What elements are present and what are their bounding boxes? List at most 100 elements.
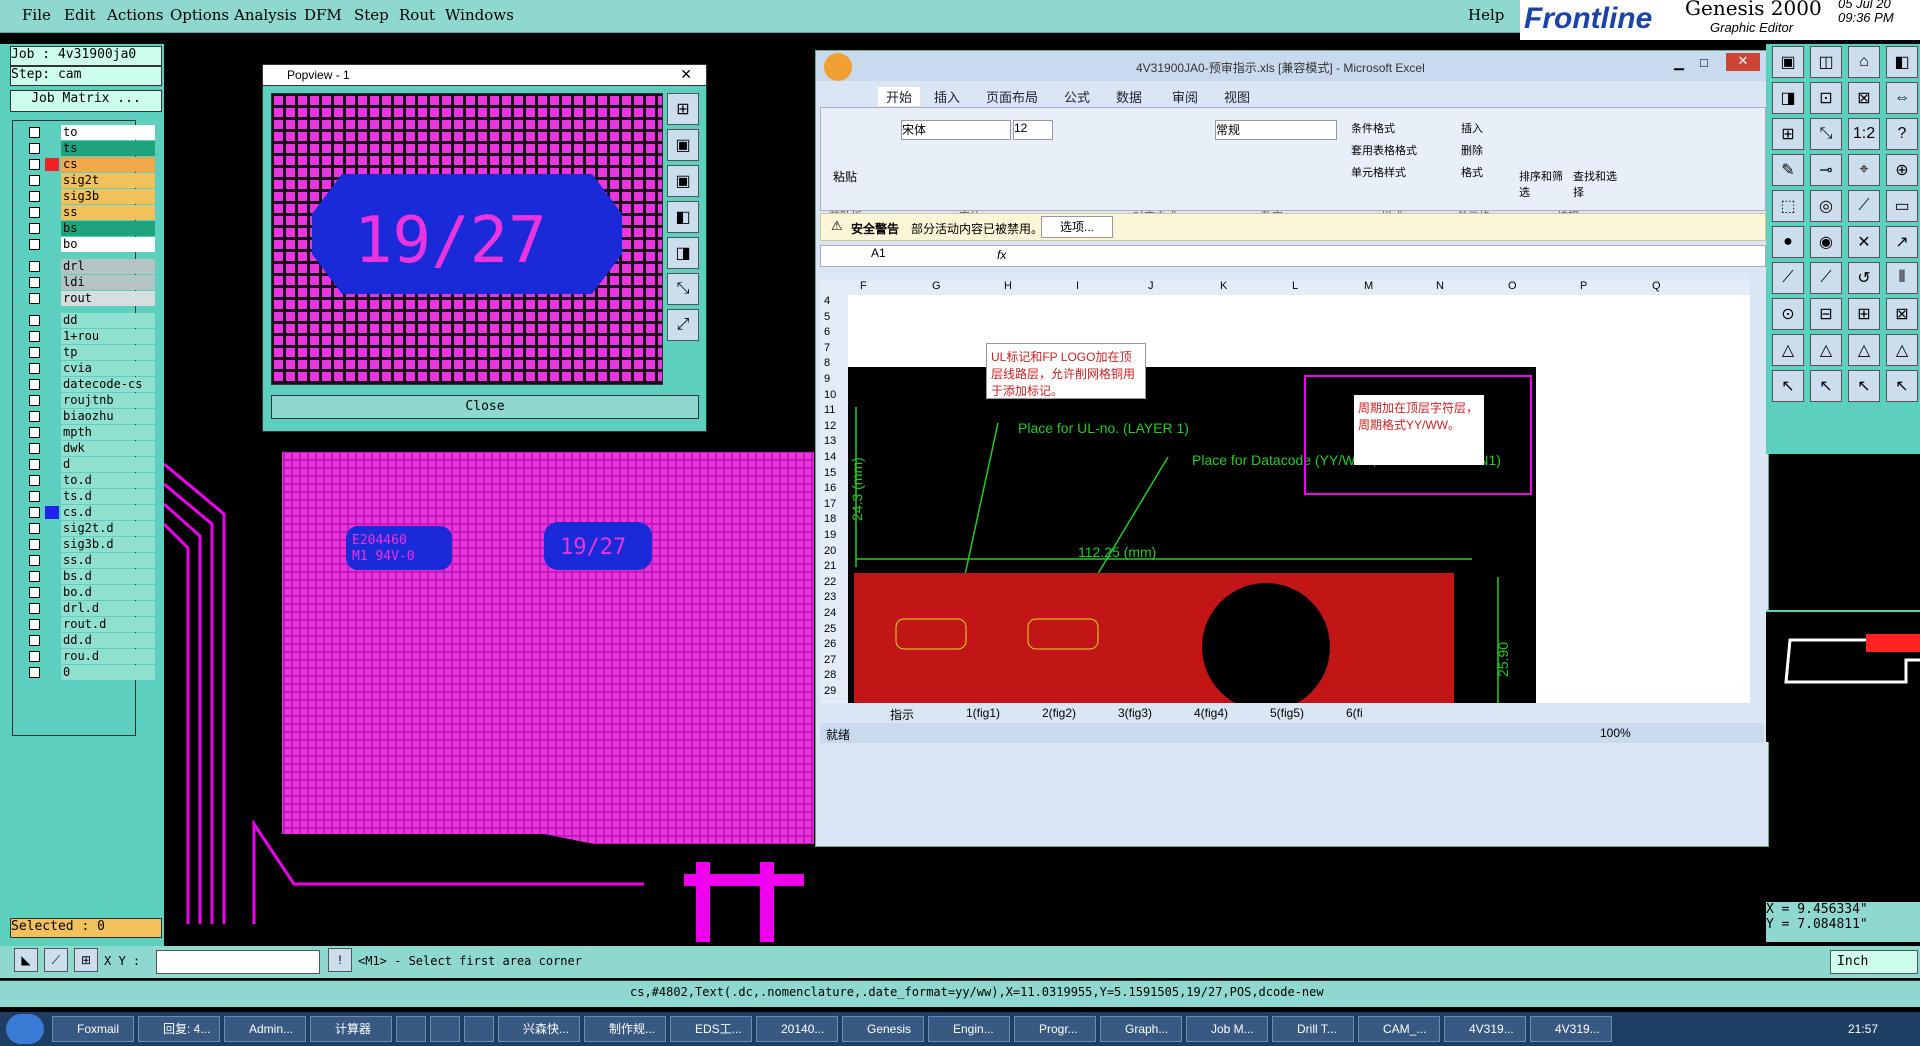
menu-dfm[interactable]: DFM [304, 6, 342, 24]
snap-icon[interactable]: ◣ [14, 948, 38, 972]
taskbar-item[interactable]: 20140... [756, 1016, 838, 1042]
layer-name[interactable]: bo.d [61, 585, 155, 600]
layer-name[interactable]: sig2t.d [61, 521, 155, 536]
sheet-tab[interactable]: 指示 [890, 706, 914, 723]
layer-checkbox[interactable] [29, 635, 40, 646]
row-header[interactable]: 12 [824, 420, 836, 432]
info-icon[interactable]: ! [328, 948, 352, 972]
name-box[interactable]: A1 [821, 246, 945, 264]
column-header[interactable]: M [1364, 280, 1373, 292]
column-header[interactable]: Q [1652, 280, 1661, 292]
tool-icon[interactable]: ↺ [1848, 262, 1880, 294]
layer-row[interactable]: drl.d [25, 601, 155, 616]
row-header[interactable]: 17 [824, 498, 836, 510]
tool-icon[interactable]: △ [1848, 334, 1880, 366]
layer-checkbox[interactable] [29, 507, 40, 518]
column-header[interactable]: K [1220, 280, 1227, 292]
layer-checkbox[interactable] [29, 261, 40, 272]
layer-name[interactable]: sig3b [61, 189, 155, 204]
layer-row[interactable]: drl [25, 259, 155, 274]
row-header[interactable]: 27 [824, 654, 836, 666]
pan-left-icon[interactable]: ◧ [667, 201, 699, 233]
menu-step[interactable]: Step [354, 6, 389, 24]
office-button-icon[interactable] [824, 53, 852, 81]
layer-checkbox[interactable] [29, 523, 40, 534]
layer-name[interactable]: rou.d [61, 649, 155, 664]
row-header[interactable]: 4 [824, 295, 830, 307]
tool-icon[interactable]: △ [1772, 334, 1804, 366]
layer-row[interactable]: sig2t [25, 173, 155, 188]
layer-checkbox[interactable] [29, 491, 40, 502]
layer-checkbox[interactable] [29, 207, 40, 218]
layer-row[interactable]: rou.d [25, 649, 155, 664]
layer-checkbox[interactable] [29, 223, 40, 234]
layer-name[interactable]: to.d [61, 473, 155, 488]
layer-row[interactable]: sig2t.d [25, 521, 155, 536]
layer-name[interactable]: ts [61, 141, 155, 156]
sheet-grid[interactable]: Place for UL-no. (LAYER 1) Place for Dat… [848, 295, 1750, 711]
tab-data[interactable]: 数据 [1116, 87, 1142, 106]
taskbar-item[interactable]: 4V319... [1530, 1016, 1612, 1042]
tool-icon[interactable]: ◎ [1810, 190, 1842, 222]
layer-name[interactable]: 0 [61, 665, 155, 680]
column-header[interactable]: I [1076, 280, 1079, 292]
job-matrix-button[interactable]: Job Matrix ... [10, 90, 162, 112]
layer-row[interactable]: cs.d [25, 505, 155, 520]
tool-icon[interactable]: ◧ [1886, 46, 1918, 78]
taskbar-item[interactable] [464, 1016, 494, 1042]
xy-input[interactable] [156, 950, 320, 974]
tool-icon[interactable]: ⊙ [1772, 298, 1804, 330]
layer-name[interactable]: rout [61, 291, 155, 306]
tool-icon[interactable]: ⌂ [1848, 46, 1880, 78]
layer-row[interactable]: to.d [25, 473, 155, 488]
layer-row[interactable]: datecode-cs [25, 377, 155, 392]
tool-icon[interactable]: ◫ [1810, 46, 1842, 78]
column-header[interactable]: L [1292, 280, 1298, 292]
close-icon[interactable]: ✕ [1726, 53, 1760, 71]
layer-row[interactable]: ss [25, 205, 155, 220]
minimize-icon[interactable]: ▁ [1674, 55, 1684, 71]
tab-page-layout[interactable]: 页面布局 [986, 87, 1038, 106]
tool-icon[interactable]: ✕ [1848, 226, 1880, 258]
menu-rout[interactable]: Rout [399, 6, 435, 24]
pan-right-icon[interactable]: ◨ [667, 237, 699, 269]
tab-view[interactable]: 视图 [1224, 87, 1250, 106]
layer-checkbox[interactable] [29, 555, 40, 566]
taskbar-item[interactable]: 制作规... [584, 1016, 666, 1042]
layer-checkbox[interactable] [29, 293, 40, 304]
row-header[interactable]: 18 [824, 513, 836, 525]
row-header[interactable]: 26 [824, 638, 836, 650]
tool-icon[interactable]: ⤡ [1810, 118, 1842, 150]
menu-help[interactable]: Help [1468, 6, 1504, 24]
row-header[interactable]: 25 [824, 623, 836, 635]
layer-row[interactable]: d [25, 457, 155, 472]
find-select-button[interactable]: 查找和选择 [1573, 168, 1617, 200]
tool-icon[interactable]: ⫴ [1886, 262, 1918, 294]
tool-icon[interactable]: ⊠ [1848, 82, 1880, 114]
layer-checkbox[interactable] [29, 443, 40, 454]
tool-icon[interactable]: ⊞ [1772, 118, 1804, 150]
maximize-icon[interactable]: □ [1700, 55, 1708, 70]
layer-row[interactable]: dwk [25, 441, 155, 456]
table-format-button[interactable]: 套用表格格式 [1351, 142, 1417, 158]
row-header[interactable]: 28 [824, 669, 836, 681]
layer-row[interactable]: bs [25, 221, 155, 236]
tool-icon[interactable]: ⊟ [1810, 298, 1842, 330]
taskbar-item[interactable]: EDS工... [670, 1016, 752, 1042]
column-header[interactable]: J [1148, 280, 1154, 292]
row-header[interactable]: 5 [824, 311, 830, 323]
layer-checkbox[interactable] [29, 667, 40, 678]
layer-checkbox[interactable] [29, 363, 40, 374]
layer-row[interactable]: sig3b [25, 189, 155, 204]
layer-checkbox[interactable] [29, 603, 40, 614]
paste-button[interactable]: 粘贴 [833, 168, 857, 185]
layer-name[interactable]: tp [61, 345, 155, 360]
layer-name[interactable]: bo [61, 237, 155, 252]
tool-icon[interactable]: ↖ [1810, 370, 1842, 402]
taskbar-item[interactable]: Admin... [224, 1016, 306, 1042]
tool-icon[interactable]: ⊞ [1848, 298, 1880, 330]
sheet-tab[interactable]: 4(fig4) [1194, 706, 1228, 720]
zoom-fit-icon[interactable]: ⊞ [667, 93, 699, 125]
layer-name[interactable]: dd [61, 313, 155, 328]
options-button[interactable]: 选项... [1041, 216, 1113, 238]
